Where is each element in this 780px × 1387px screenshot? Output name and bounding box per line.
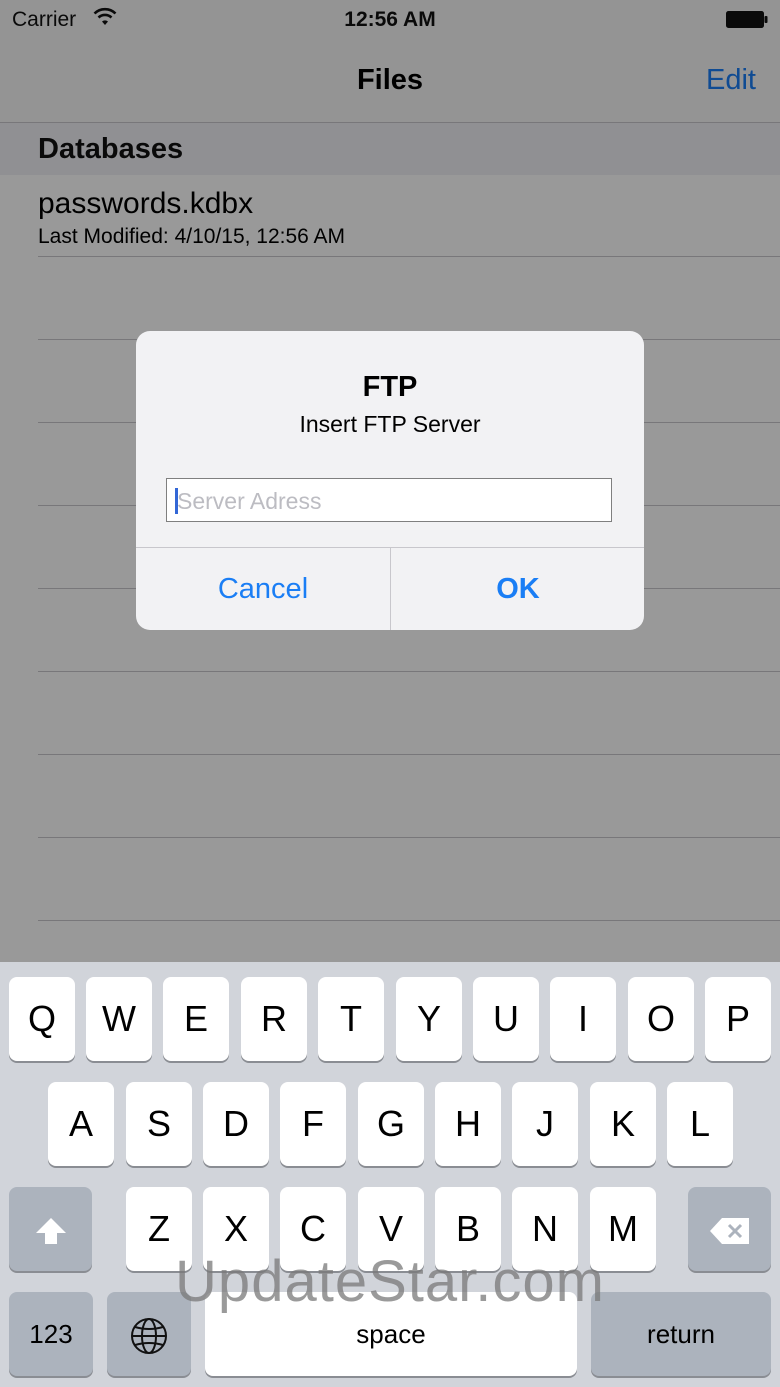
key-u[interactable]: U	[473, 977, 539, 1061]
key-a[interactable]: A	[48, 1082, 114, 1166]
key-r[interactable]: R	[241, 977, 307, 1061]
keyboard: Q W E R T Y U I O P A S D F G H J K L Z …	[0, 962, 780, 1387]
key-h[interactable]: H	[435, 1082, 501, 1166]
key-y[interactable]: Y	[396, 977, 462, 1061]
key-w[interactable]: W	[86, 977, 152, 1061]
key-j[interactable]: J	[512, 1082, 578, 1166]
cancel-button[interactable]: Cancel	[136, 548, 390, 630]
server-address-input[interactable]: Server Adress	[166, 478, 612, 522]
key-i[interactable]: I	[550, 977, 616, 1061]
key-t[interactable]: T	[318, 977, 384, 1061]
key-k[interactable]: K	[590, 1082, 656, 1166]
alert-title: FTP	[362, 371, 418, 403]
shift-icon	[35, 1218, 66, 1245]
key-e[interactable]: E	[163, 977, 229, 1061]
key-d[interactable]: D	[203, 1082, 269, 1166]
key-o[interactable]: O	[628, 977, 694, 1061]
key-p[interactable]: P	[705, 977, 771, 1061]
key-q[interactable]: Q	[9, 977, 75, 1061]
ok-button[interactable]: OK	[391, 548, 644, 630]
alert-message: Insert FTP Server	[299, 411, 481, 437]
server-address-placeholder: Server Adress	[177, 488, 322, 514]
backspace-icon	[709, 1218, 749, 1245]
key-f[interactable]: F	[280, 1082, 346, 1166]
key-g[interactable]: G	[358, 1082, 424, 1166]
screen: Carrier 12:56 AM Files Edit Databases pa…	[0, 0, 780, 1387]
globe-icon	[131, 1318, 167, 1355]
text-caret	[175, 488, 178, 514]
key-s[interactable]: S	[126, 1082, 192, 1166]
key-l[interactable]: L	[667, 1082, 733, 1166]
ftp-alert-dialog: FTP Insert FTP Server Server Adress Canc…	[136, 331, 644, 630]
watermark: UpdateStar.com	[175, 1249, 605, 1314]
